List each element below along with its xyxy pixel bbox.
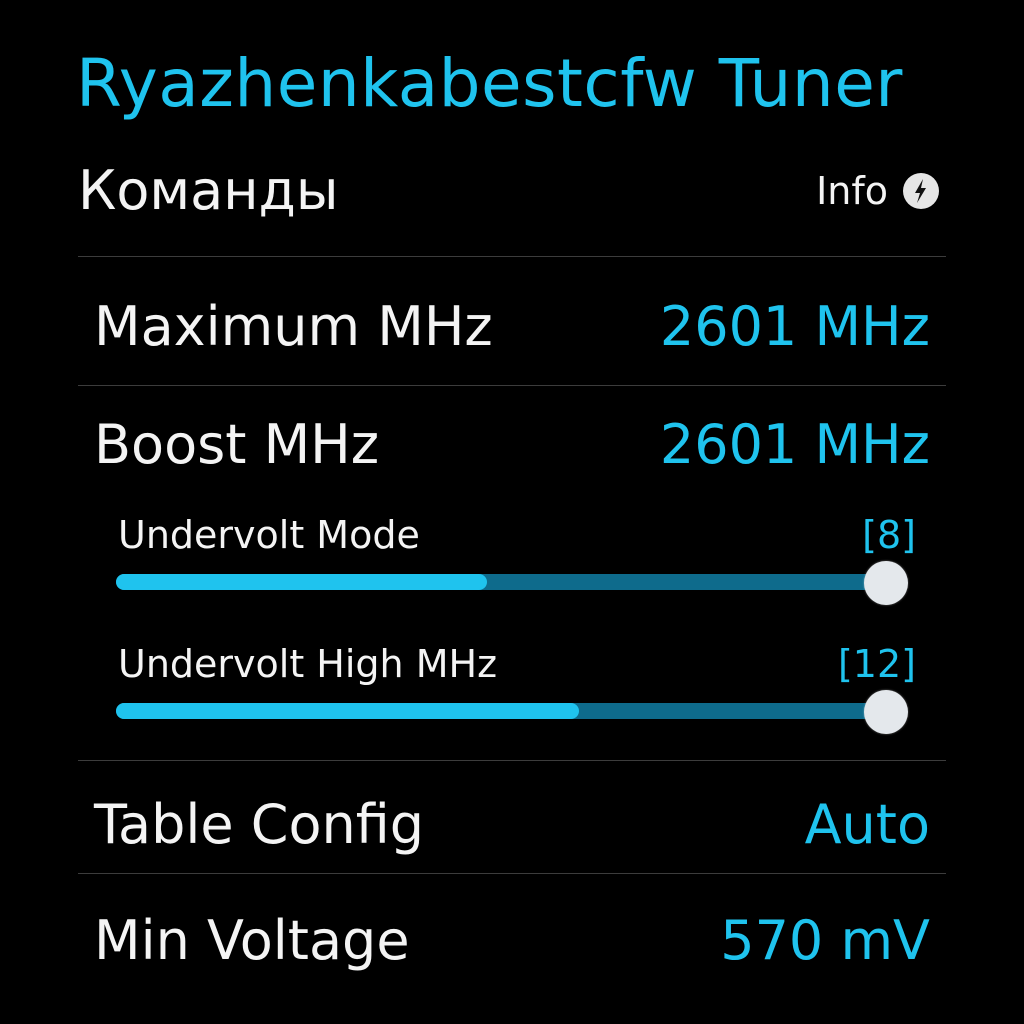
- min-voltage-label: Min Voltage: [94, 909, 410, 972]
- boost-mhz-value: 2601 MHz: [659, 413, 930, 476]
- divider: [78, 385, 946, 386]
- undervolt-mode-slider-thumb[interactable]: [864, 561, 908, 605]
- maximum-mhz-value: 2601 MHz: [659, 295, 930, 358]
- maximum-mhz-row[interactable]: Maximum MHz 2601 MHz: [78, 282, 944, 372]
- undervolt-high-mhz-slider-track[interactable]: [116, 703, 888, 719]
- undervolt-mode-label: Undervolt Mode: [118, 513, 420, 557]
- table-config-label: Table Config: [94, 793, 425, 856]
- undervolt-high-mhz-slider-thumb[interactable]: [864, 690, 908, 734]
- divider: [78, 760, 946, 761]
- app-title: Ryazhenkabestcfw Tuner: [76, 45, 903, 122]
- lightning-icon: [902, 172, 940, 210]
- undervolt-high-mhz-slider-block: Undervolt High MHz [12]: [116, 641, 916, 751]
- undervolt-mode-slider-fill: [116, 574, 487, 590]
- info-button[interactable]: Info: [816, 168, 940, 214]
- min-voltage-value: 570 mV: [720, 909, 930, 972]
- divider: [78, 873, 946, 874]
- boost-mhz-label: Boost MHz: [94, 413, 380, 476]
- info-label: Info: [816, 169, 888, 213]
- table-config-value: Auto: [804, 793, 930, 856]
- table-config-row[interactable]: Table Config Auto: [78, 780, 944, 870]
- section-title: Команды: [78, 159, 339, 222]
- undervolt-high-mhz-value: [12]: [837, 642, 916, 686]
- undervolt-mode-slider-track[interactable]: [116, 574, 888, 590]
- divider: [78, 256, 946, 257]
- maximum-mhz-label: Maximum MHz: [94, 295, 493, 358]
- min-voltage-row[interactable]: Min Voltage 570 mV: [78, 896, 944, 986]
- boost-mhz-row[interactable]: Boost MHz 2601 MHz: [78, 400, 944, 490]
- undervolt-high-mhz-slider-fill: [116, 703, 580, 719]
- undervolt-high-mhz-label: Undervolt High MHz: [118, 642, 498, 686]
- undervolt-mode-slider-block: Undervolt Mode [8]: [116, 512, 916, 622]
- section-header: Команды Info: [78, 150, 944, 230]
- undervolt-mode-value: [8]: [862, 513, 916, 557]
